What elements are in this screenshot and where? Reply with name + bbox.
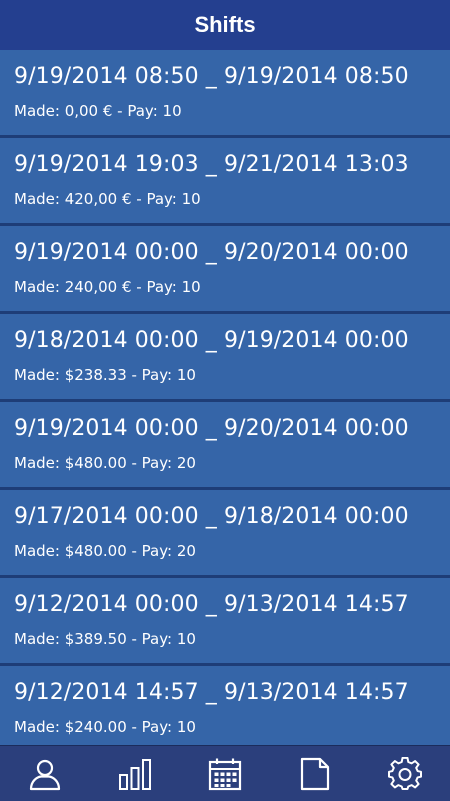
shift-summary: Made: 240,00 € - Pay: 10	[14, 278, 201, 296]
page-title: Shifts	[194, 12, 256, 37]
tab-statistics[interactable]	[90, 746, 180, 801]
shift-date-range: 9/19/2014 19:03 _ 9/21/2014 13:03	[14, 152, 409, 177]
shift-list-item[interactable]: 9/12/2014 00:00 _ 9/13/2014 14:57 Made: …	[0, 578, 450, 666]
shift-summary: Made: $240.00 - Pay: 10	[14, 718, 196, 736]
shift-list-item[interactable]: 9/17/2014 00:00 _ 9/18/2014 00:00 Made: …	[0, 490, 450, 578]
tab-settings[interactable]	[360, 746, 450, 801]
shift-date-range: 9/17/2014 00:00 _ 9/18/2014 00:00	[14, 504, 409, 529]
person-icon	[29, 759, 61, 790]
shift-summary: Made: $238.33 - Pay: 10	[14, 366, 196, 384]
tab-profile[interactable]	[0, 746, 90, 801]
shift-date-range: 9/18/2014 00:00 _ 9/19/2014 00:00	[14, 328, 409, 353]
bottom-tab-bar	[0, 745, 450, 801]
shift-summary: Made: $389.50 - Pay: 10	[14, 630, 196, 648]
shift-list-item[interactable]: 9/19/2014 00:00 _ 9/20/2014 00:00 Made: …	[0, 402, 450, 490]
shift-list-item[interactable]: 9/19/2014 00:00 _ 9/20/2014 00:00 Made: …	[0, 226, 450, 314]
shift-summary: Made: $480.00 - Pay: 20	[14, 542, 196, 560]
shift-summary: Made: 420,00 € - Pay: 10	[14, 190, 201, 208]
shift-date-range: 9/19/2014 00:00 _ 9/20/2014 00:00	[14, 416, 409, 441]
shift-list-item[interactable]: 9/12/2014 14:57 _ 9/13/2014 14:57 Made: …	[0, 666, 450, 745]
tab-reports[interactable]	[270, 746, 360, 801]
bar-chart-icon	[119, 758, 151, 790]
shift-date-range: 9/19/2014 08:50 _ 9/19/2014 08:50	[14, 64, 409, 89]
gear-icon	[388, 756, 422, 790]
shift-list[interactable]: 9/19/2014 08:50 _ 9/19/2014 08:50 Made: …	[0, 50, 450, 745]
shift-summary: Made: 0,00 € - Pay: 10	[14, 102, 182, 120]
shift-list-item[interactable]: 9/19/2014 08:50 _ 9/19/2014 08:50 Made: …	[0, 50, 450, 138]
shift-date-range: 9/19/2014 00:00 _ 9/20/2014 00:00	[14, 240, 409, 265]
shift-date-range: 9/12/2014 14:57 _ 9/13/2014 14:57	[14, 680, 409, 705]
shift-date-range: 9/12/2014 00:00 _ 9/13/2014 14:57	[14, 592, 409, 617]
document-icon	[300, 757, 330, 790]
shift-list-item[interactable]: 9/18/2014 00:00 _ 9/19/2014 00:00 Made: …	[0, 314, 450, 402]
shift-summary: Made: $480.00 - Pay: 20	[14, 454, 196, 472]
calendar-icon	[208, 758, 242, 790]
tab-calendar[interactable]	[180, 746, 270, 801]
shift-list-item[interactable]: 9/19/2014 19:03 _ 9/21/2014 13:03 Made: …	[0, 138, 450, 226]
app-header: Shifts	[0, 0, 450, 50]
